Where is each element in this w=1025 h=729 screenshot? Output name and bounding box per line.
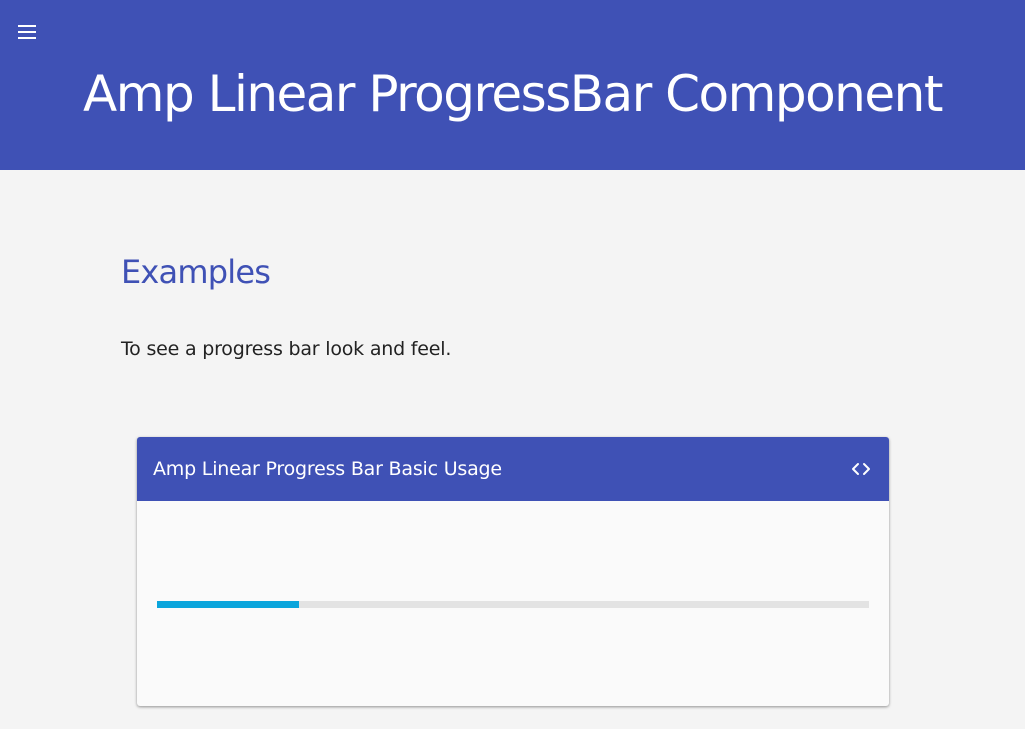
section-description: To see a progress bar look and feel.	[121, 338, 452, 360]
example-card-title: Amp Linear Progress Bar Basic Usage	[153, 458, 502, 480]
menu-icon[interactable]	[16, 22, 40, 42]
app-header: Amp Linear ProgressBar Component	[0, 0, 1025, 170]
section-title: Examples	[121, 253, 271, 291]
example-card: Amp Linear Progress Bar Basic Usage	[137, 437, 889, 706]
code-icon[interactable]	[847, 457, 875, 481]
example-card-header: Amp Linear Progress Bar Basic Usage	[137, 437, 889, 501]
progress-bar-track	[157, 601, 869, 608]
page-title: Amp Linear ProgressBar Component	[83, 65, 943, 123]
progress-bar-fill	[157, 601, 300, 608]
